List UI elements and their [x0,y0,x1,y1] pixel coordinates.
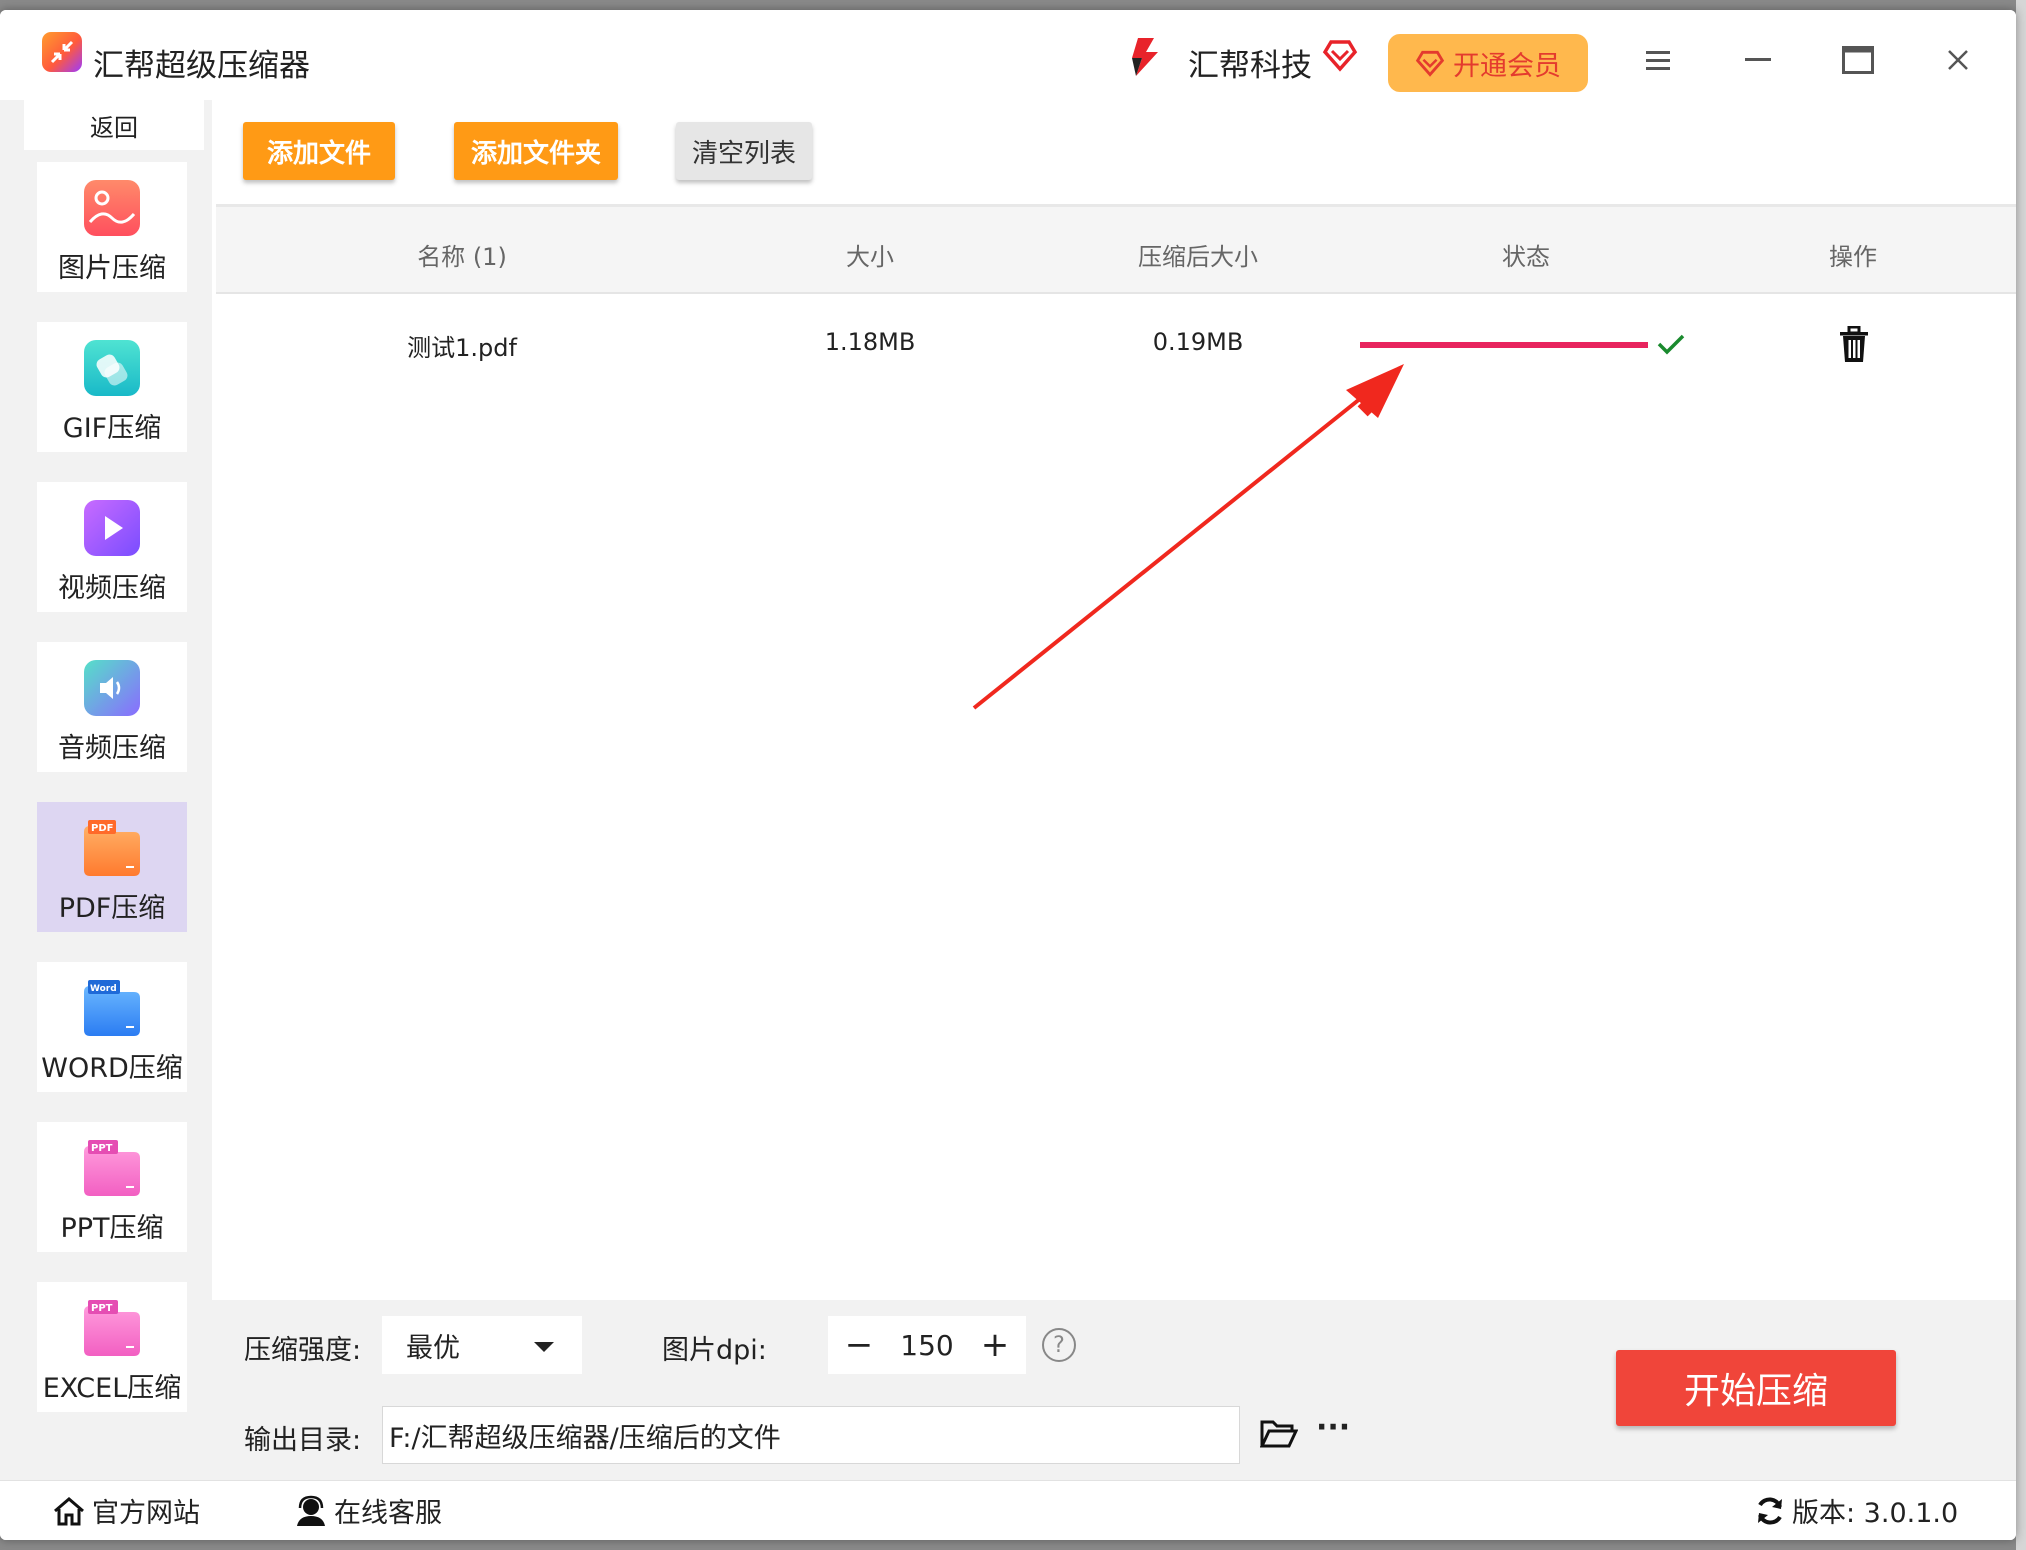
excel-icon: PPT [82,1298,142,1358]
output-path-input[interactable] [382,1406,1240,1464]
sidebar-item-excel[interactable]: PPT EXCEL压缩 [37,1282,187,1412]
help-icon[interactable]: ? [1042,1328,1076,1362]
back-button[interactable]: 返回 [24,100,204,150]
brand-logo-icon [1124,32,1172,80]
refresh-icon [1758,1497,1782,1524]
sidebar: 返回 图片压缩 GIF压缩 视频压缩 音频压缩 PDF PDF压缩 Word W… [0,100,212,1480]
app-title: 汇帮超级压缩器 [93,48,310,84]
sidebar-item-word[interactable]: Word WORD压缩 [37,962,187,1092]
video-icon [82,498,142,558]
status-bar: 官方网站 在线客服 版本: 3.0.1.0 [0,1480,2016,1540]
home-icon [54,1496,84,1525]
settings-panel: 压缩强度: 最优 图片dpi: − 150 + ? 输出目录: ··· 开始压缩 [212,1300,2016,1480]
file-size: 1.18MB [824,328,916,356]
start-compress-button[interactable]: 开始压缩 [1616,1350,1896,1426]
column-action[interactable]: 操作 [1829,237,1877,272]
sidebar-item-label: WORD压缩 [41,1053,183,1084]
image-icon [82,178,142,238]
support-link[interactable]: 在线客服 [294,1491,442,1530]
annotation-arrow [972,364,1404,710]
progress-bar [1360,342,1648,348]
sidebar-item-video[interactable]: 视频压缩 [37,482,187,612]
folder-open-icon[interactable] [1260,1418,1298,1450]
sidebar-item-label: PDF压缩 [58,893,166,924]
minimize-icon[interactable] [1736,38,1780,82]
strength-select[interactable]: 最优 [382,1316,582,1374]
svg-text:PPT: PPT [91,1303,113,1314]
sidebar-item-label: 视频压缩 [58,573,166,604]
svg-text:PPT: PPT [91,1143,113,1154]
app-window: 汇帮超级压缩器 汇帮科技 开通会员 返回 图片压缩 GIF压缩 视频压缩 音频压… [0,10,2016,1540]
sidebar-item-image[interactable]: 图片压缩 [37,162,187,292]
ppt-icon: PPT [82,1138,142,1198]
vip-diamond-icon [1415,50,1445,77]
sidebar-item-label: EXCEL压缩 [42,1373,182,1404]
column-status[interactable]: 状态 [1502,237,1550,272]
output-label: 输出目录: [244,1425,362,1456]
main-panel: 添加文件 添加文件夹 清空列表 名称 (1) 大小 压缩后大小 状态 操作 测试… [212,100,2016,1480]
customer-service-icon [297,1495,325,1526]
progress-bar-fill [1360,342,1648,348]
close-icon[interactable] [1936,38,1980,82]
menu-icon[interactable] [1636,38,1680,82]
word-icon: Word [82,978,142,1038]
svg-text:Word: Word [90,984,117,994]
column-compressed-size[interactable]: 压缩后大小 [1138,237,1258,272]
file-compressed-size: 0.19MB [1152,328,1244,356]
trash-icon[interactable] [1838,326,1870,364]
sidebar-item-audio[interactable]: 音频压缩 [37,642,187,772]
support-label: 在线客服 [334,1498,442,1529]
sidebar-item-label: 图片压缩 [58,253,166,284]
svg-text:PDF: PDF [91,823,113,834]
strength-value: 最优 [406,1332,460,1364]
vip-label: 开通会员 [1453,50,1561,82]
maximize-icon[interactable] [1836,38,1880,82]
sidebar-item-gif[interactable]: GIF压缩 [37,322,187,452]
file-name: 测试1.pdf [407,334,517,362]
dpi-stepper: − 150 + [828,1316,1026,1374]
brand-name: 汇帮科技 [1188,48,1312,84]
title-bar: 汇帮超级压缩器 汇帮科技 开通会员 [0,10,2016,100]
sidebar-item-label: PPT压缩 [60,1213,164,1244]
website-link[interactable]: 官方网站 [52,1491,200,1530]
dpi-label: 图片dpi: [662,1335,767,1366]
sidebar-item-pdf[interactable]: PDF PDF压缩 [37,802,187,932]
dpi-value[interactable]: 150 [900,1329,953,1362]
sidebar-item-ppt[interactable]: PPT PPT压缩 [37,1122,187,1252]
pdf-icon: PDF [82,818,142,878]
dpi-increment-button[interactable]: + [980,1325,1010,1365]
column-size[interactable]: 大小 [846,237,894,272]
add-file-button[interactable]: 添加文件 [243,122,395,180]
strength-label: 压缩强度: [244,1335,362,1366]
version-label: 版本: 3.0.1.0 [1792,1498,1959,1529]
dpi-decrement-button[interactable]: − [844,1325,874,1365]
gif-icon [82,338,142,398]
clear-list-button[interactable]: 清空列表 [676,122,812,180]
more-options-icon[interactable]: ··· [1316,1413,1350,1443]
sidebar-item-label: 音频压缩 [58,733,166,764]
version-info[interactable]: 版本: 3.0.1.0 [1754,1491,1958,1530]
diamond-heart-icon [1322,38,1358,72]
app-logo-icon [42,32,82,72]
website-label: 官方网站 [92,1498,200,1529]
vip-button[interactable]: 开通会员 [1388,34,1588,92]
sidebar-item-label: GIF压缩 [62,413,162,444]
column-name[interactable]: 名称 (1) [417,237,507,272]
background-window-edge-right [2016,0,2026,1550]
audio-icon [82,658,142,718]
check-icon [1657,334,1685,355]
chevron-down-icon [534,1342,554,1352]
file-table-header: 名称 (1) 大小 压缩后大小 状态 操作 [216,204,2016,294]
add-folder-button[interactable]: 添加文件夹 [454,122,618,180]
